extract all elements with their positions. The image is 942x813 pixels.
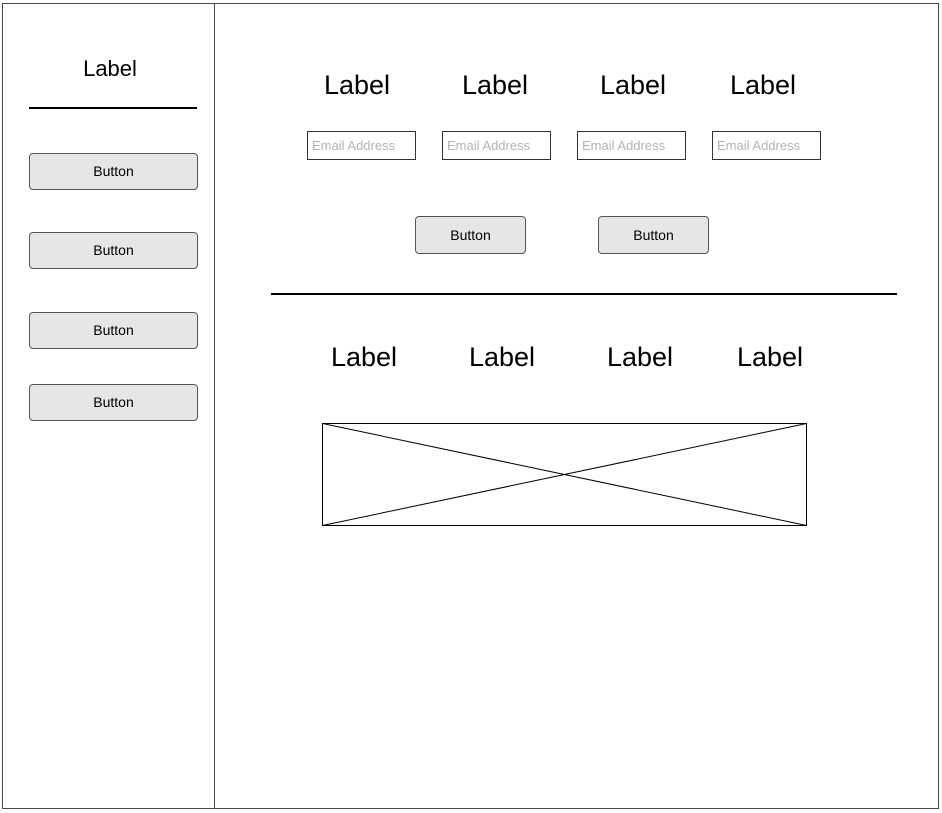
top-label-3: Label xyxy=(599,70,667,100)
bottom-label-1: Label xyxy=(330,342,398,372)
top-label-1: Label xyxy=(323,70,391,100)
sidebar-button-2[interactable]: Button xyxy=(29,232,198,269)
email-field-1[interactable] xyxy=(307,131,416,160)
email-field-4[interactable] xyxy=(712,131,821,160)
main-button-2[interactable]: Button xyxy=(598,216,709,254)
sidebar-button-1[interactable]: Button xyxy=(29,153,198,190)
sidebar-button-3[interactable]: Button xyxy=(29,312,198,349)
top-label-2: Label xyxy=(461,70,529,100)
image-placeholder-x-icon xyxy=(322,423,807,526)
email-field-2[interactable] xyxy=(442,131,551,160)
bottom-label-3: Label xyxy=(606,342,674,372)
bottom-label-4: Label xyxy=(736,342,804,372)
sidebar-button-4[interactable]: Button xyxy=(29,384,198,421)
bottom-label-2: Label xyxy=(468,342,536,372)
top-label-4: Label xyxy=(729,70,797,100)
sidebar-title: Label xyxy=(83,56,137,81)
main-button-1[interactable]: Button xyxy=(415,216,526,254)
main-divider xyxy=(271,293,897,295)
email-field-3[interactable] xyxy=(577,131,686,160)
sidebar-divider xyxy=(29,107,197,109)
